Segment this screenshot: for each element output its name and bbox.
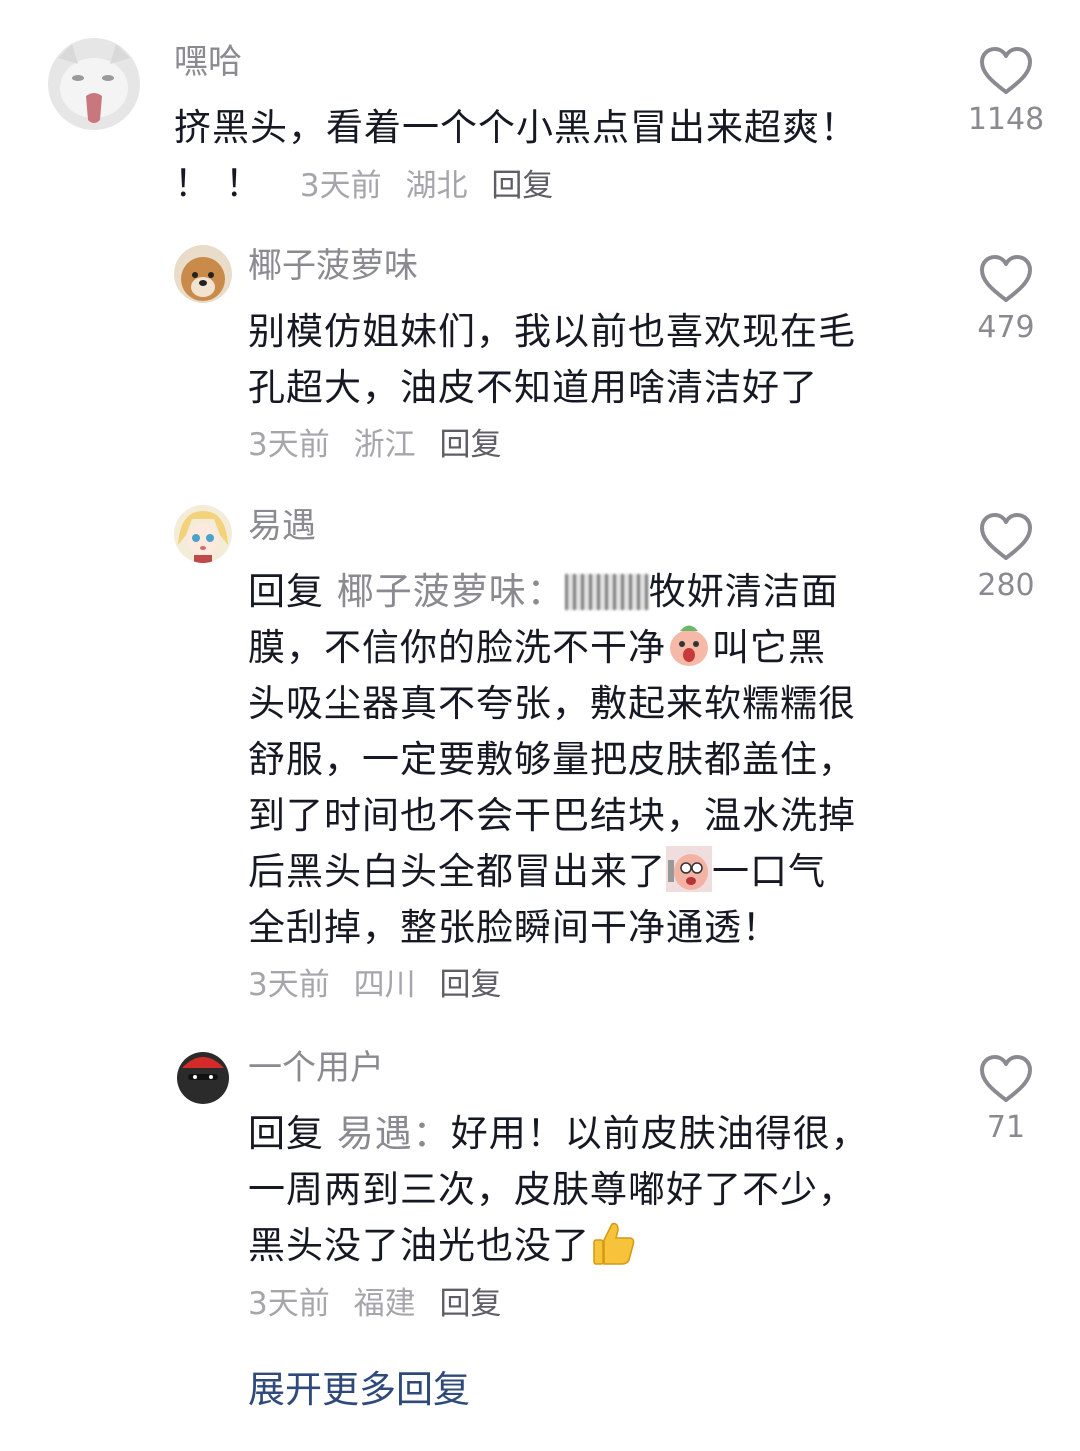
user-avatar[interactable] xyxy=(174,1046,232,1104)
surprised-emoji-icon xyxy=(670,625,708,666)
comment-text-segment: 膜，不信你的脸洗不干净 xyxy=(248,626,666,669)
comment-text-tail: ！！ xyxy=(174,162,276,205)
like-button[interactable]: 479 xyxy=(951,254,1061,346)
comment-text-line: 别模仿姐妹们，我以前也喜欢现在毛 xyxy=(248,310,856,353)
shocked-emoji-icon xyxy=(666,846,712,892)
like-count: 1148 xyxy=(967,102,1045,137)
like-button[interactable]: 71 xyxy=(951,1054,1061,1146)
comment-text-segment: 黑头没了油光也没了 xyxy=(248,1224,590,1267)
heart-icon xyxy=(980,513,1032,560)
comment-time: 3天前 xyxy=(248,967,330,1003)
heart-icon xyxy=(980,47,1032,94)
user-avatar[interactable] xyxy=(48,38,140,130)
user-avatar[interactable] xyxy=(174,505,232,563)
comment-text-line: 黑头没了油光也没了 xyxy=(248,1218,869,1274)
comment-text: 挤黑头，看着一个个小黑点冒出来超爽！ xyxy=(174,100,858,156)
comment-text-line: 全刮掉，整张脸瞬间干净通透！ xyxy=(248,906,780,949)
comment-text-line: 舒服，一定要敷够量把皮肤都盖住， xyxy=(248,738,856,781)
comment-text-line: 膜，不信你的脸洗不干净 叫它黑 xyxy=(248,620,856,676)
comment-text-segment: 好用！以前皮肤油得很， xyxy=(450,1112,869,1155)
like-button[interactable]: 1148 xyxy=(951,46,1061,138)
comment-text-line: 一周两到三次，皮肤尊嘟好了不少， xyxy=(248,1168,856,1211)
cat-avatar-icon xyxy=(48,38,140,130)
mention-link[interactable]: 易遇： xyxy=(337,1112,451,1155)
comment-region: 福建 xyxy=(353,1286,416,1322)
comment-text-line: 后黑头白头全都冒出来了 一口气 xyxy=(248,844,856,900)
comment-meta: 3天前 四川 回复 xyxy=(248,965,515,1005)
like-button[interactable]: 280 xyxy=(951,512,1061,604)
comment-text-segment: 牧妍清洁面 xyxy=(648,570,839,613)
like-count: 280 xyxy=(977,568,1035,603)
reply-button[interactable]: 回复 xyxy=(439,967,501,1003)
username[interactable]: 嘿哈 xyxy=(174,42,242,82)
username[interactable]: 一个用户 xyxy=(248,1048,384,1088)
reply-button[interactable]: 回复 xyxy=(491,168,553,204)
blurred-text xyxy=(564,574,649,610)
comment-meta: 3天前 福建 回复 xyxy=(248,1284,515,1324)
comment-region: 湖北 xyxy=(405,168,468,204)
heart-icon xyxy=(980,255,1032,302)
comment-text-line: 回复 椰子菠萝味： 牧妍清洁面 xyxy=(248,564,856,620)
comment-text-line: 孔超大，油皮不知道用啥清洁好了 xyxy=(248,366,818,409)
comment-region: 四川 xyxy=(353,967,416,1003)
reply-button[interactable]: 回复 xyxy=(439,1286,501,1322)
expand-more-replies-button[interactable]: 展开更多回复 xyxy=(248,1368,470,1412)
comment-time: 3天前 xyxy=(248,1286,330,1322)
reply-button[interactable]: 回复 xyxy=(439,427,501,463)
thumbs-up-icon xyxy=(593,1222,635,1265)
comment-text-line: 挤黑头，看着一个个小黑点冒出来超爽！ xyxy=(174,106,858,149)
comment-text-line: 头吸尘器真不夸张，敷起来软糯糯很 xyxy=(248,682,856,725)
comment-text: 回复 椰子菠萝味： 牧妍清洁面 膜，不信你的脸洗不干净 叫它黑 头吸尘器真不夸张，敷… xyxy=(248,564,856,956)
comment-meta: 3天前 浙江 回复 xyxy=(248,425,515,465)
comment-text-line: 到了时间也不会干巴结块，温水洗掉 xyxy=(248,794,856,837)
comment-time: 3天前 xyxy=(248,427,330,463)
comment-region: 浙江 xyxy=(353,427,416,463)
comment-text-segment: 叫它黑 xyxy=(712,626,826,669)
mention-link[interactable]: 椰子菠萝味： xyxy=(337,570,565,613)
comment-time: 3天前 xyxy=(299,168,382,204)
comment-text-segment: 后黑头白头全都冒出来了 xyxy=(248,850,666,893)
ninja-avatar-icon xyxy=(174,1046,232,1104)
username[interactable]: 易遇 xyxy=(248,506,316,546)
reply-prefix: 回复 xyxy=(248,1112,324,1155)
comment-text-segment: 一口气 xyxy=(712,850,826,893)
like-count: 71 xyxy=(986,1110,1026,1145)
like-count: 479 xyxy=(977,310,1035,345)
comment-text: 别模仿姐妹们，我以前也喜欢现在毛 孔超大，油皮不知道用啥清洁好了 xyxy=(248,304,856,416)
user-avatar[interactable] xyxy=(174,245,232,303)
comment-text: 回复 易遇：好用！以前皮肤油得很， 一周两到三次，皮肤尊嘟好了不少， 黑头没了油… xyxy=(248,1106,869,1274)
username[interactable]: 椰子菠萝味 xyxy=(248,246,418,286)
comment-meta: ！！ 3天前 湖北 回复 xyxy=(174,164,567,206)
comment-text-line: 回复 易遇：好用！以前皮肤油得很， xyxy=(248,1106,869,1162)
reply-prefix: 回复 xyxy=(248,570,324,613)
dog-avatar-icon xyxy=(174,245,232,303)
heart-icon xyxy=(980,1055,1032,1102)
anime-girl-avatar-icon xyxy=(174,505,232,563)
